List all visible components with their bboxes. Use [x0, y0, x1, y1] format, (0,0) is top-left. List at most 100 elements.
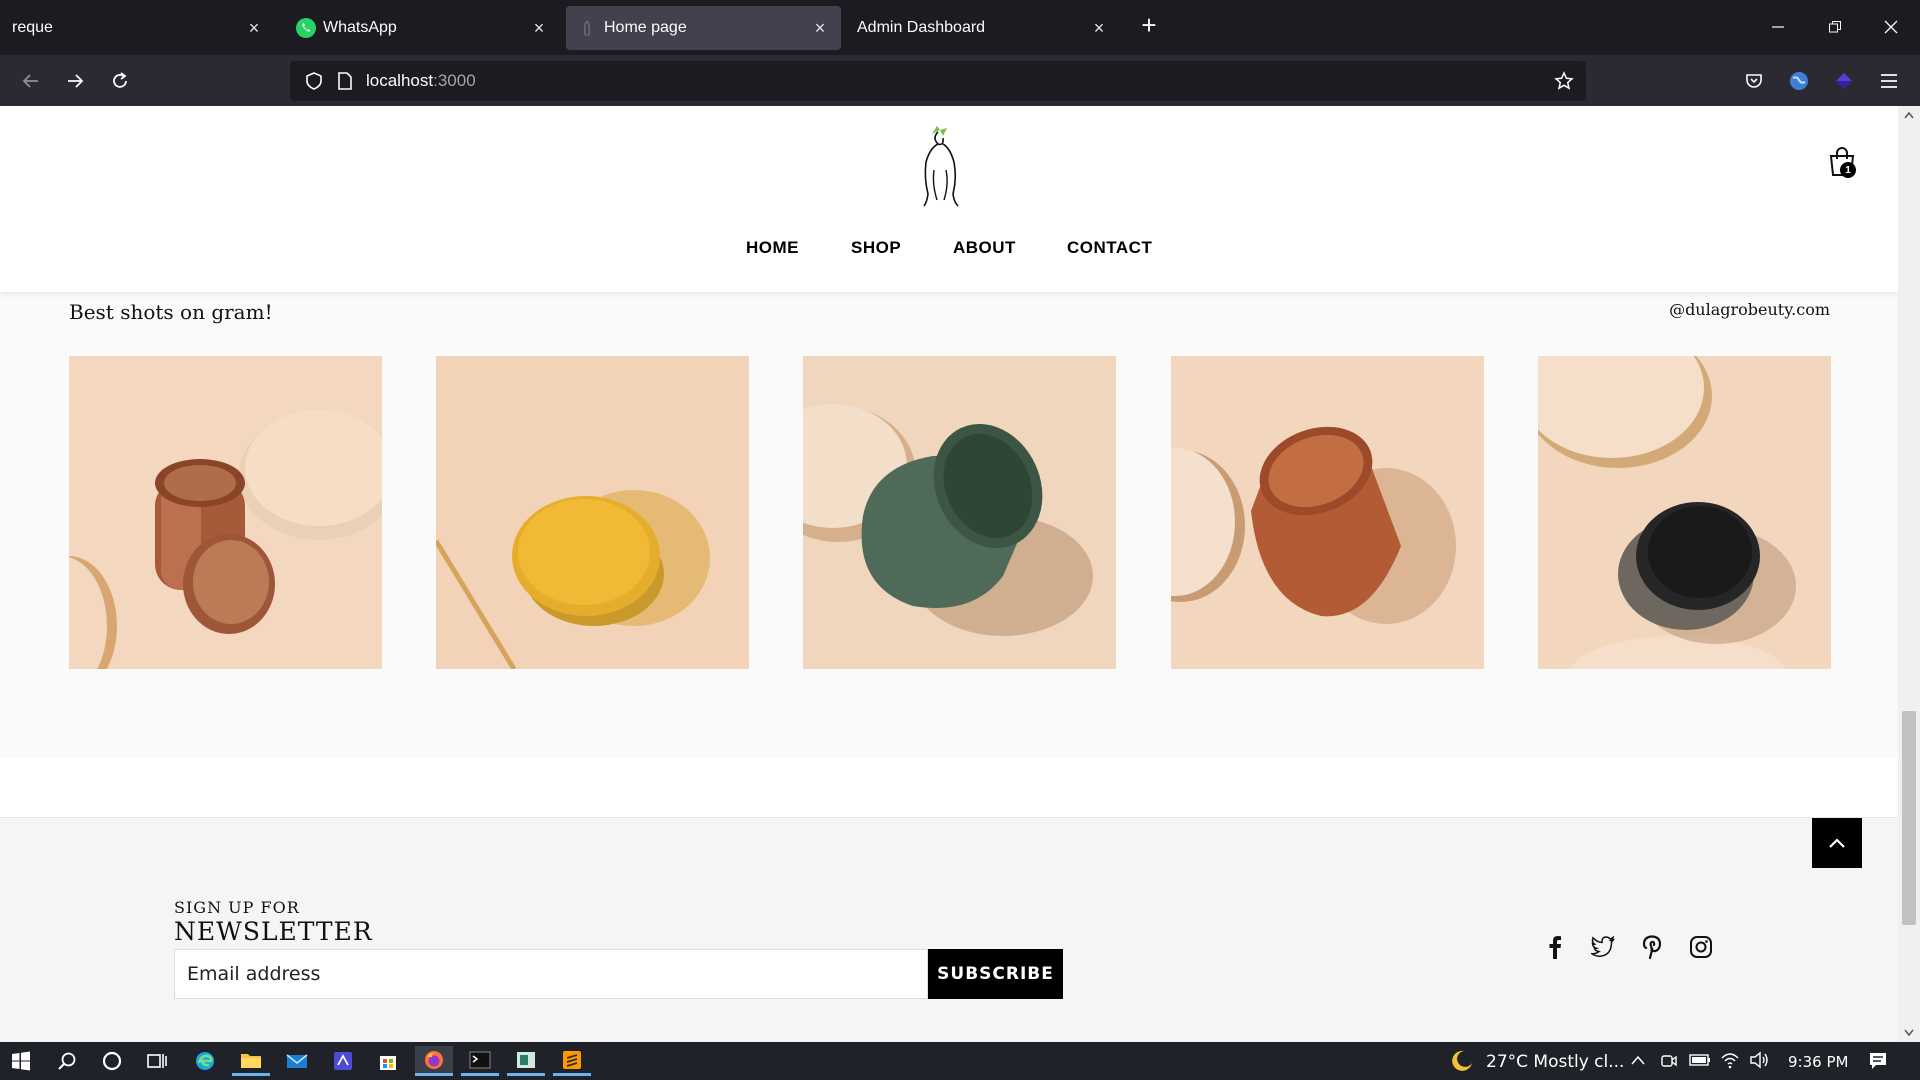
facebook-link[interactable] — [1542, 934, 1568, 960]
battery-icon[interactable] — [1689, 1053, 1711, 1067]
nav-shop[interactable]: SHOP — [851, 238, 901, 258]
tab-title: WhatsApp — [323, 19, 397, 36]
taskbar-app-green[interactable] — [507, 1046, 545, 1076]
back-button[interactable] — [16, 66, 46, 96]
pocket-icon — [1746, 74, 1762, 88]
task-view-icon — [147, 1054, 167, 1068]
new-tab-button[interactable]: + — [1138, 12, 1160, 38]
start-button[interactable] — [2, 1046, 40, 1076]
wifi-icon[interactable] — [1720, 1051, 1740, 1069]
instagram-gallery-section: Best shots on gram! @dulagrobeuty.com — [0, 292, 1898, 758]
menu-button[interactable] — [1874, 66, 1904, 96]
arrow-left-icon — [22, 74, 38, 88]
tab-title: Admin Dashboard — [857, 19, 986, 36]
chevron-up-icon[interactable] — [1630, 1054, 1646, 1066]
weather-text[interactable]: 27°C Mostly cl... — [1486, 1052, 1624, 1072]
forward-button[interactable] — [60, 66, 90, 96]
pocket-button[interactable] — [1739, 66, 1769, 96]
close-icon[interactable]: × — [1090, 18, 1108, 38]
clock-time[interactable]: 9:36 PM — [1788, 1053, 1848, 1071]
notifications-icon[interactable] — [1868, 1051, 1888, 1071]
whatsapp-icon — [296, 18, 316, 38]
diamond-icon — [1836, 73, 1852, 89]
pinterest-link[interactable] — [1639, 934, 1665, 960]
meet-now-icon[interactable] — [1660, 1052, 1678, 1070]
twitter-icon — [1591, 936, 1615, 957]
nav-home[interactable]: HOME — [746, 238, 799, 258]
shield-icon[interactable] — [304, 71, 324, 91]
tab-title: Home page — [604, 19, 687, 36]
star-icon[interactable] — [1554, 71, 1574, 91]
cortana-button[interactable] — [93, 1046, 131, 1076]
site-header: 1 HOME SHOP ABOUT CONTACT — [0, 106, 1898, 292]
instagram-link[interactable] — [1688, 934, 1714, 960]
pinterest-icon — [1642, 935, 1662, 959]
page-scrollbar[interactable] — [1898, 106, 1920, 1042]
terracotta-jar-image — [1171, 356, 1484, 669]
gallery-image-black-tin[interactable] — [1538, 356, 1831, 669]
close-icon[interactable]: × — [811, 18, 829, 38]
green-jar-image — [803, 356, 1116, 669]
app-window-icon — [517, 1051, 535, 1068]
scroll-to-top-button[interactable] — [1812, 818, 1862, 868]
tab-home-page[interactable]: Home page × — [566, 6, 841, 50]
search-icon — [58, 1052, 76, 1070]
search-button[interactable] — [48, 1046, 86, 1076]
page-icon[interactable] — [336, 71, 354, 91]
scroll-down-arrow-icon[interactable] — [1903, 1028, 1915, 1038]
vpn-extension-button[interactable] — [1784, 66, 1814, 96]
twitter-link[interactable] — [1590, 934, 1616, 960]
gallery-title: Best shots on gram! — [69, 300, 273, 324]
minimize-button[interactable] — [1763, 12, 1793, 42]
gallery-image-green-jar[interactable] — [803, 356, 1116, 669]
taskbar-firefox[interactable] — [415, 1046, 453, 1076]
globe-icon — [1790, 72, 1808, 90]
tab-admin-dashboard[interactable]: Admin Dashboard × — [845, 6, 1120, 50]
url-text[interactable]: localhost:3000 — [366, 71, 476, 91]
tab-reque[interactable]: reque × — [0, 6, 275, 50]
newsletter-heading: NEWSLETTER — [174, 917, 373, 946]
url-host: localhost — [366, 71, 434, 90]
reload-button[interactable] — [105, 66, 135, 96]
taskbar-app-blue[interactable] — [324, 1046, 362, 1076]
restore-button[interactable] — [1820, 12, 1850, 42]
brand-logo[interactable] — [910, 122, 970, 210]
taskbar-sublime[interactable] — [553, 1046, 591, 1076]
gallery-image-copper-tin[interactable] — [69, 356, 382, 669]
scrollbar-thumb[interactable] — [1902, 711, 1916, 925]
subscribe-button[interactable]: SUBSCRIBE — [928, 949, 1063, 999]
gallery-image-terracotta-jar[interactable] — [1171, 356, 1484, 669]
taskbar-store[interactable] — [369, 1046, 407, 1076]
tab-whatsapp[interactable]: WhatsApp × — [285, 6, 560, 50]
address-bar[interactable]: localhost:3000 — [290, 61, 1586, 101]
facebook-icon — [1549, 936, 1561, 959]
close-icon[interactable]: × — [245, 18, 263, 38]
nav-about[interactable]: ABOUT — [953, 238, 1016, 258]
restore-icon — [1829, 21, 1841, 33]
close-window-button[interactable] — [1876, 12, 1906, 42]
site-favicon-icon — [584, 20, 590, 37]
site-footer: SIGN UP FOR NEWSLETTER SUBSCRIBE — [0, 817, 1898, 1042]
hamburger-menu-icon — [1881, 74, 1897, 88]
edge-icon — [196, 1052, 214, 1070]
scroll-up-arrow-icon[interactable] — [1903, 110, 1915, 120]
weather-moon-icon[interactable] — [1448, 1049, 1474, 1073]
taskbar-mail[interactable] — [278, 1046, 316, 1076]
instagram-handle[interactable]: @dulagrobeuty.com — [1669, 300, 1830, 319]
task-view-button[interactable] — [138, 1046, 176, 1076]
yellow-tin-image — [436, 356, 749, 669]
taskbar-edge[interactable] — [186, 1046, 224, 1076]
app-icon — [334, 1052, 352, 1070]
copper-tin-image — [69, 356, 382, 669]
close-icon[interactable]: × — [530, 18, 548, 38]
tab-title: reque — [12, 19, 53, 36]
minimize-icon — [1772, 26, 1784, 28]
taskbar-terminal[interactable] — [461, 1046, 499, 1076]
extension-button[interactable] — [1829, 66, 1859, 96]
email-field[interactable] — [174, 949, 928, 999]
gallery-image-yellow-tin[interactable] — [436, 356, 749, 669]
reload-icon — [113, 72, 127, 88]
nav-contact[interactable]: CONTACT — [1067, 238, 1152, 258]
volume-icon[interactable] — [1749, 1051, 1769, 1069]
taskbar-file-explorer[interactable] — [232, 1046, 270, 1076]
